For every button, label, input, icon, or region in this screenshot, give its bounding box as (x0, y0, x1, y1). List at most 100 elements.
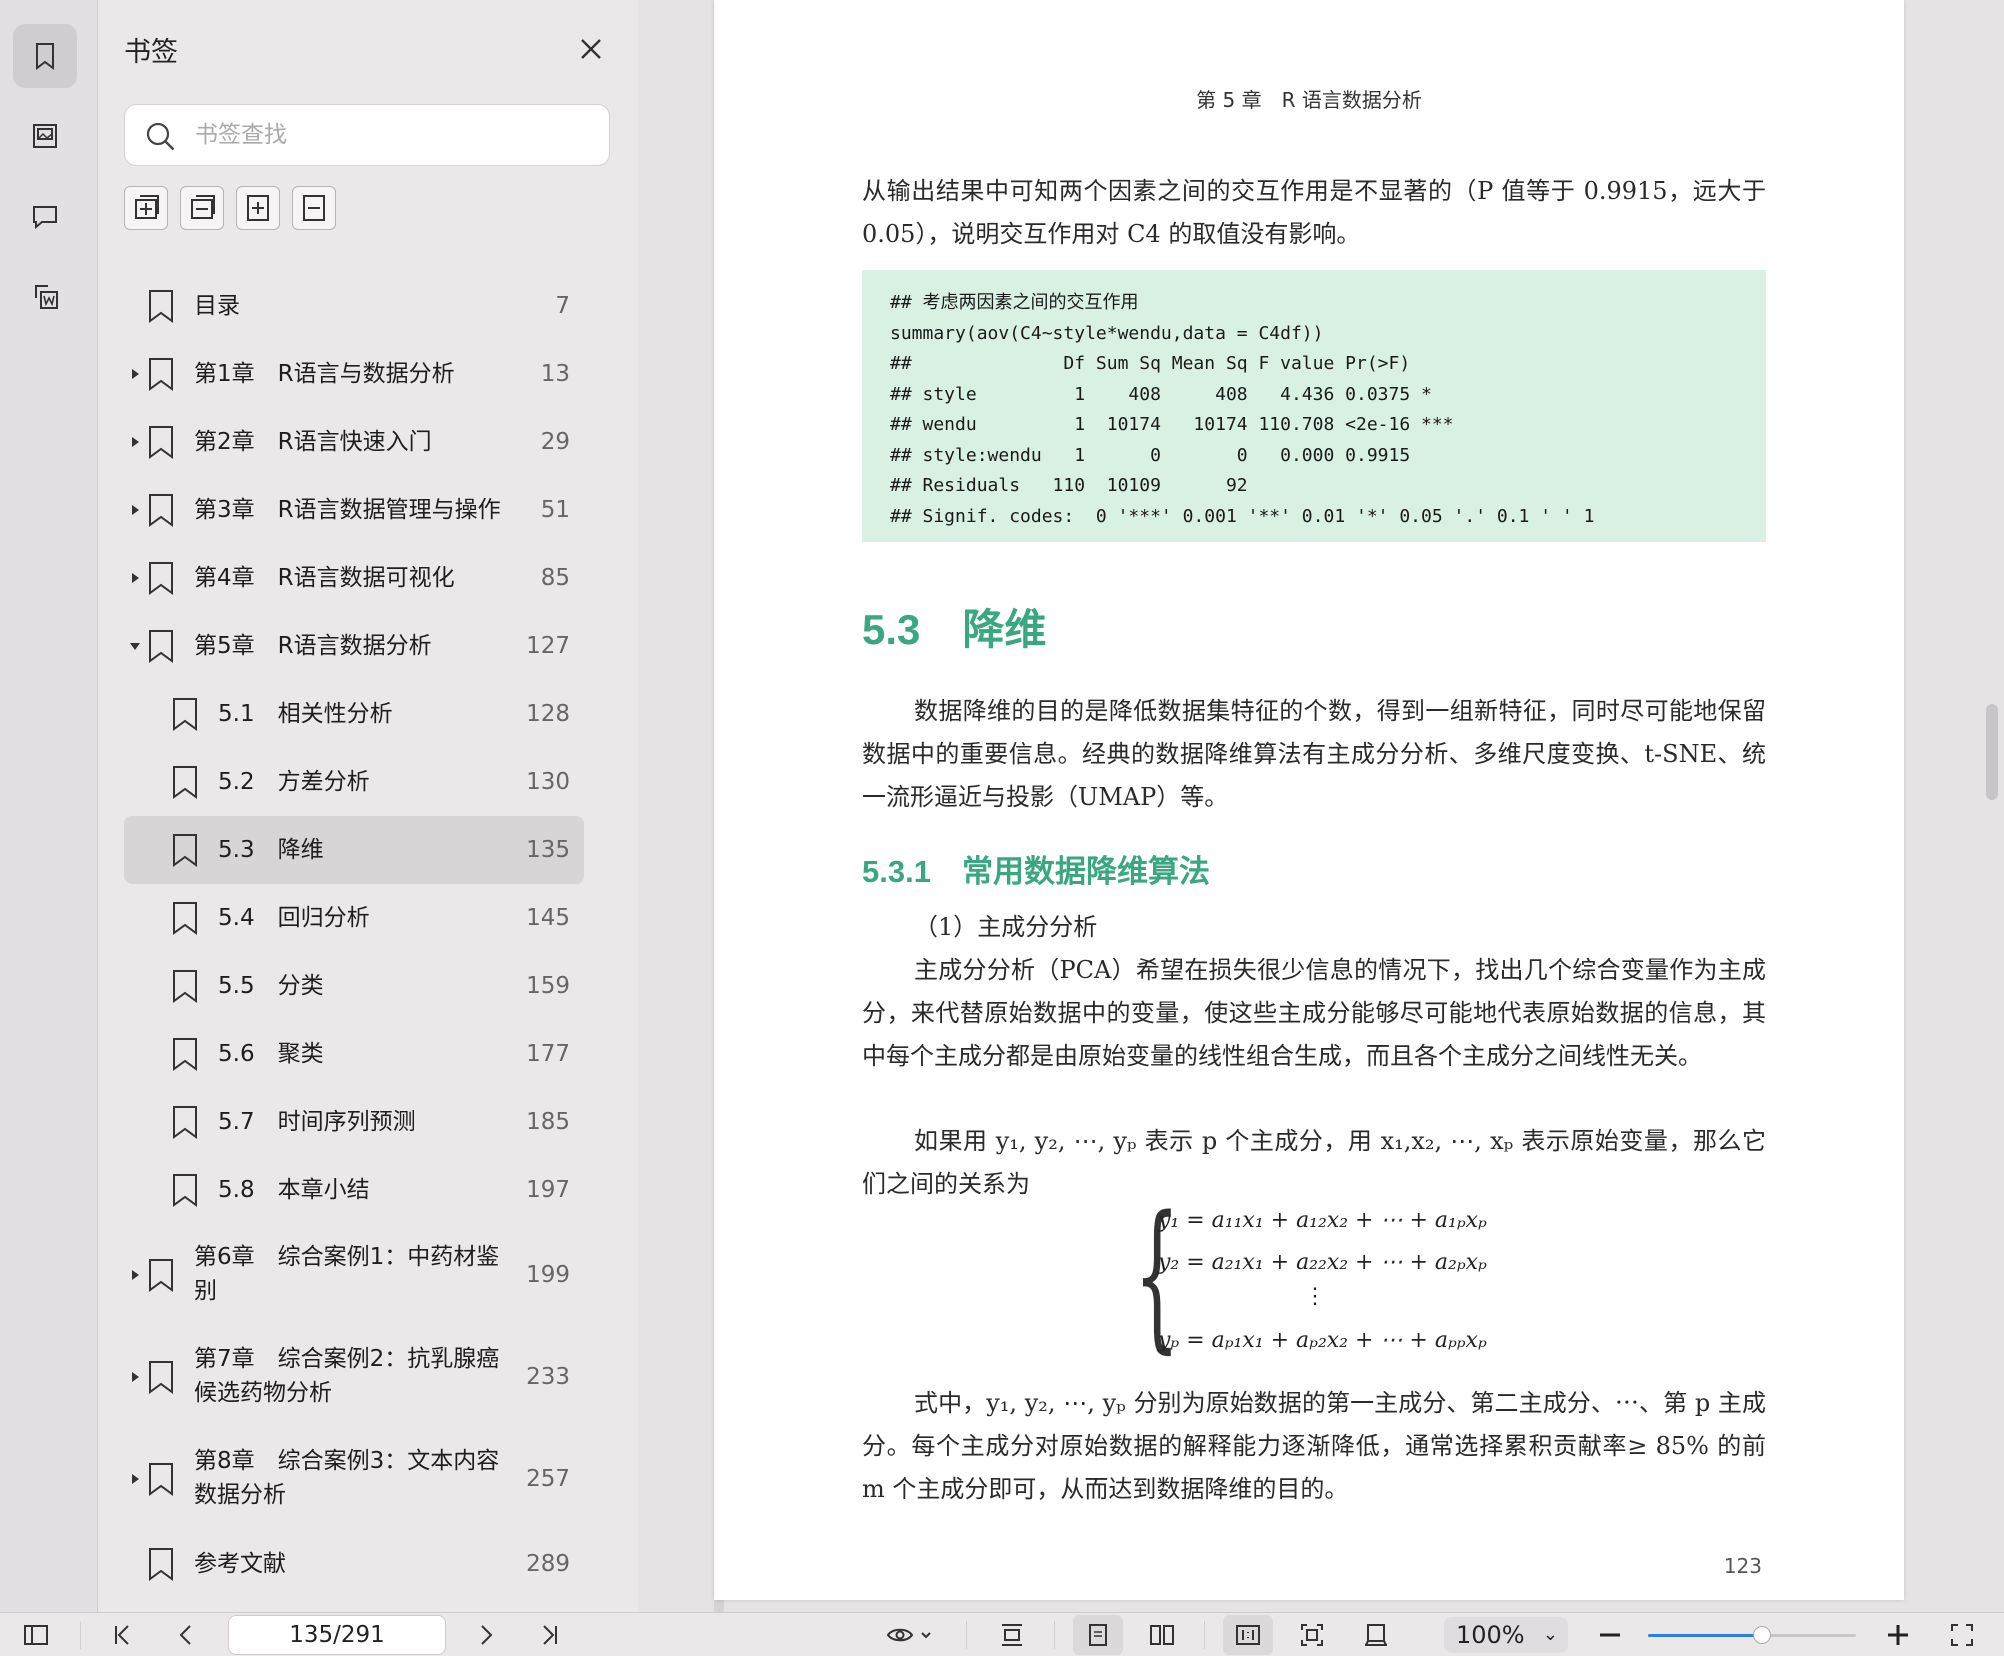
bookmark-item[interactable]: 第3章 R语言数据管理与操作 51 (124, 476, 584, 544)
bookmark-item[interactable]: 第6章 综合案例1：中药材鉴别 199 (124, 1224, 584, 1326)
bookmark-search-input[interactable] (195, 105, 595, 165)
chevron-left-icon (179, 1625, 191, 1645)
sidebar-title: 书签 (124, 37, 178, 68)
caret-right-icon[interactable] (128, 1370, 142, 1384)
bookmark-item[interactable]: 第8章 综合案例3：文本内容数据分析 257 (124, 1428, 584, 1530)
document-page: 第 5 章 R 语言数据分析 从输出结果中可知两个因素之间的交互作用是不显著的（… (714, 0, 1904, 1600)
bookmark-page-number: 185 (526, 1109, 570, 1135)
caret-right-icon[interactable] (128, 435, 142, 449)
first-page-button[interactable] (106, 1619, 138, 1651)
bookmark-label: 第4章 R语言数据可视化 (194, 565, 455, 591)
add-bookmark-button[interactable] (236, 186, 280, 230)
paragraph: 主成分分析（PCA）希望在损失很少信息的情况下，找出几个综合变量作为主成分，来代… (862, 956, 1766, 1070)
actual-size-button[interactable] (1232, 1619, 1264, 1651)
bookmark-icon (149, 1548, 173, 1581)
previous-page-button[interactable] (170, 1619, 202, 1651)
caret-right-icon[interactable] (128, 1472, 142, 1486)
thumbnails-panel-icon[interactable] (13, 104, 77, 168)
fit-page-button[interactable] (1296, 1619, 1328, 1651)
first-page-icon (115, 1625, 129, 1645)
divider (1054, 1621, 1055, 1649)
plus-icon (1888, 1625, 1908, 1645)
bookmark-label: 5.4 回归分析 (218, 905, 370, 931)
bookmark-page-number: 85 (540, 565, 570, 591)
bookmark-item[interactable]: 第1章 R语言与数据分析 13 (124, 340, 584, 408)
bookmark-subitem[interactable]: 5.3 降维 135 (124, 816, 584, 884)
comments-panel-icon[interactable] (13, 184, 77, 248)
subsection-heading: 5.3.1 常用数据降维算法 (862, 854, 1210, 889)
zoom-slider-handle[interactable] (1753, 1626, 1772, 1644)
scroll-mode-icon (1365, 1624, 1387, 1646)
bookmark-icon (173, 1038, 197, 1071)
bookmark-item[interactable]: 目录 7 (124, 272, 584, 340)
bookmark-item[interactable]: 第7章 综合案例2：抗乳腺癌候选药物分析 233 (124, 1326, 584, 1428)
bookmark-label: 第8章 综合案例3：文本内容数据分析 (194, 1448, 500, 1508)
caret-right-icon[interactable] (128, 571, 142, 585)
zoom-in-button[interactable] (1882, 1619, 1914, 1651)
zoom-level-dropdown[interactable]: 100% ⌄ (1444, 1617, 1568, 1653)
bookmark-page-number: 135 (526, 837, 570, 863)
bookmark-icon (149, 562, 173, 595)
bookmark-icon (149, 1259, 173, 1292)
bookmark-item[interactable]: 第5章 R语言数据分析 127 (124, 612, 584, 680)
caret-right-icon[interactable] (128, 1268, 142, 1282)
equation-line: yₚ = aₚ₁x₁ + aₚ₂x₂ + ⋯ + aₚₚxₚ (1158, 1328, 1487, 1353)
zoom-out-button[interactable] (1594, 1619, 1626, 1651)
bookmark-page-number: 289 (526, 1551, 570, 1577)
minus-icon (1600, 1633, 1620, 1637)
bottom-toolbar: 135/291 100% ⌄ (0, 1612, 2004, 1656)
last-page-button[interactable] (534, 1619, 566, 1651)
fullscreen-button[interactable] (1946, 1619, 1978, 1651)
word-convert-icon[interactable] (13, 264, 77, 328)
bookmark-label: 5.6 聚类 (218, 1041, 324, 1067)
fit-width-button[interactable] (996, 1619, 1028, 1651)
bookmark-label: 5.7 时间序列预测 (218, 1109, 416, 1135)
expand-all-button[interactable] (124, 186, 168, 230)
bookmark-subitem[interactable]: 5.2 方差分析 130 (124, 748, 584, 816)
bookmark-icon (173, 698, 197, 731)
bookmark-subitem[interactable]: 5.4 回归分析 145 (124, 884, 584, 952)
caret-down-icon[interactable] (128, 639, 142, 653)
bookmark-subitem[interactable]: 5.1 相关性分析 128 (124, 680, 584, 748)
next-page-button[interactable] (470, 1619, 502, 1651)
bookmark-subitem[interactable]: 5.5 分类 159 (124, 952, 584, 1020)
collapse-all-button[interactable] (180, 186, 224, 230)
single-page-button[interactable] (1082, 1619, 1114, 1651)
bookmark-icon (149, 494, 173, 527)
two-page-button[interactable] (1146, 1619, 1178, 1651)
bookmark-label: 目录 (194, 293, 240, 319)
bookmarks-panel-icon[interactable] (13, 24, 77, 88)
document-scrollbar-thumb[interactable] (1986, 704, 1998, 800)
close-icon[interactable] (574, 32, 608, 66)
bookmark-item[interactable]: 第2章 R语言快速入门 29 (124, 408, 584, 476)
bookmark-subitem[interactable]: 5.7 时间序列预测 185 (124, 1088, 584, 1156)
paragraph: 数据降维的目的是降低数据集特征的个数，得到一组新特征，同时尽可能地保留数据中的重… (862, 697, 1766, 811)
bookmark-item[interactable]: 第4章 R语言数据可视化 85 (124, 544, 584, 612)
bookmark-subitem[interactable]: 5.6 聚类 177 (124, 1020, 584, 1088)
bookmark-label: 5.2 方差分析 (218, 769, 370, 795)
caret-right-icon[interactable] (128, 367, 142, 381)
page-number-input[interactable]: 135/291 (228, 1615, 446, 1655)
bookmark-subitem[interactable]: 5.8 本章小结 197 (124, 1156, 584, 1224)
chevron-down-icon: ⌄ (1542, 1624, 1558, 1645)
zoom-slider[interactable] (1648, 1626, 1856, 1644)
caret-right-icon[interactable] (128, 503, 142, 517)
bookmark-page-number: 177 (526, 1041, 570, 1067)
bookmark-icon (173, 902, 197, 935)
document-scrollbar[interactable] (1984, 0, 2004, 1612)
divider (1204, 1621, 1205, 1649)
reading-mode-dropdown[interactable] (882, 1619, 938, 1651)
bookmark-item[interactable]: 参考文献 289 (124, 1530, 584, 1598)
bookmark-page-number: 233 (526, 1364, 570, 1390)
toggle-sidebar-button[interactable] (20, 1619, 52, 1651)
remove-bookmark-button[interactable] (292, 186, 336, 230)
bookmark-icon (173, 1106, 197, 1139)
bookmark-page-number: 130 (526, 769, 570, 795)
bookmark-icon (173, 766, 197, 799)
equation-line: ⋮ (1304, 1284, 1326, 1309)
scroll-mode-button[interactable] (1360, 1619, 1392, 1651)
bookmark-icon (149, 290, 173, 323)
fit-page-icon (1301, 1624, 1323, 1646)
search-icon (146, 122, 175, 151)
bookmark-icon (149, 426, 173, 459)
